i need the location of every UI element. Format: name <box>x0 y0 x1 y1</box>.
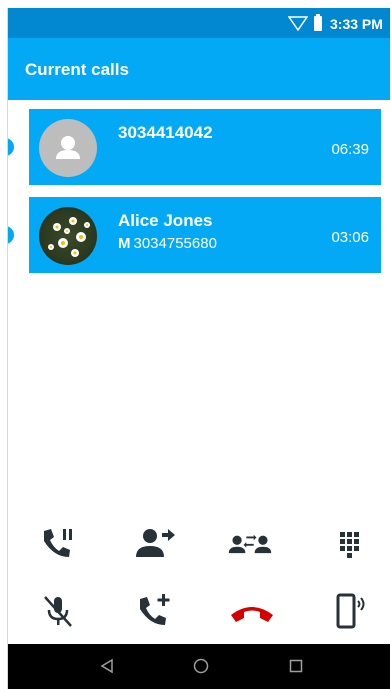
swap-calls-icon <box>228 534 272 554</box>
app-bar: Current calls <box>8 38 390 100</box>
call-item[interactable]: Alice Jones M 3034755680 03:06 <box>29 197 381 273</box>
hold-call-icon <box>44 529 72 557</box>
number-type: M <box>118 235 131 252</box>
flower-photo <box>48 217 90 257</box>
transfer-call-button[interactable] <box>130 523 178 563</box>
status-time: 3:33 PM <box>330 16 383 32</box>
status-bar: 3:33 PM <box>8 8 390 38</box>
call-number-line: M 3034755680 <box>118 235 217 252</box>
battery-icon <box>314 14 322 31</box>
mute-button[interactable] <box>34 591 82 631</box>
active-call-indicator <box>8 138 14 156</box>
default-person-avatar <box>39 119 97 177</box>
dialpad-button[interactable] <box>326 523 374 563</box>
wifi-signal-icon <box>288 16 308 31</box>
phone-screen: 3:33 PM Current calls 3034414042 06:39 A… <box>7 8 390 689</box>
speaker-phone-icon <box>336 593 365 629</box>
active-call-indicator <box>8 226 14 244</box>
home-button[interactable] <box>189 654 213 678</box>
call-item[interactable]: 3034414042 06:39 <box>29 109 381 185</box>
transfer-call-icon <box>136 529 175 557</box>
home-icon <box>193 658 209 674</box>
recents-icon <box>289 659 303 673</box>
back-button[interactable] <box>95 654 119 678</box>
dialpad-icon <box>340 532 359 558</box>
navigation-bar <box>8 644 390 689</box>
call-duration: 03:06 <box>331 229 369 246</box>
call-duration: 06:39 <box>331 141 369 158</box>
mute-microphone-icon <box>44 596 72 627</box>
add-call-button[interactable] <box>130 591 178 631</box>
hold-call-button[interactable] <box>34 523 82 563</box>
back-icon <box>100 658 113 674</box>
page-title: Current calls <box>25 60 129 79</box>
recents-button[interactable] <box>284 654 308 678</box>
call-number: 3034755680 <box>133 235 217 252</box>
call-name: Alice Jones <box>118 211 213 230</box>
speaker-button[interactable] <box>326 591 374 631</box>
end-call-icon <box>231 607 273 622</box>
call-controls <box>8 513 390 643</box>
end-call-button[interactable] <box>228 591 276 631</box>
add-call-icon <box>140 594 170 625</box>
swap-calls-button[interactable] <box>226 523 274 563</box>
person-icon <box>56 136 80 159</box>
photo-avatar <box>39 207 97 265</box>
call-name: 3034414042 <box>118 123 213 142</box>
